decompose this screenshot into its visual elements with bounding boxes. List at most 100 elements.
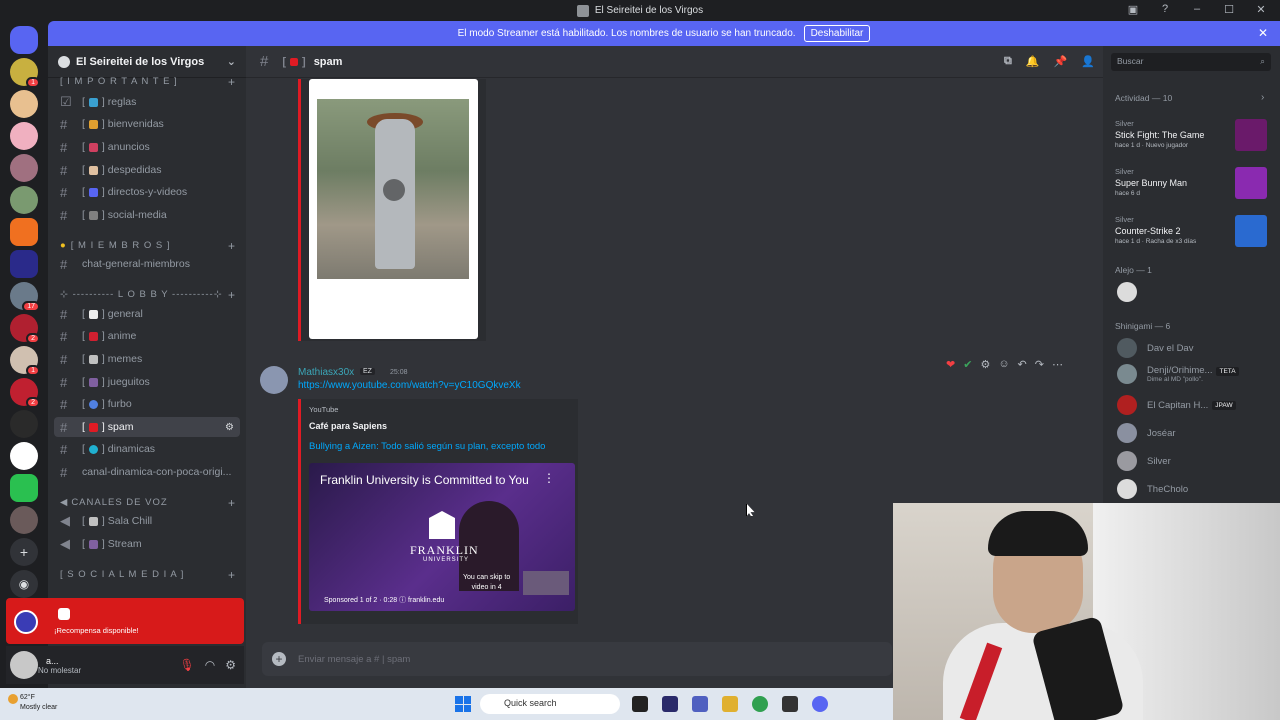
server-icon[interactable]: [10, 442, 38, 470]
channel-jueguitos[interactable]: #[] jueguitos: [54, 372, 240, 392]
folder-icon[interactable]: [722, 696, 738, 712]
help-icon[interactable]: ?: [1158, 3, 1172, 16]
embed-author[interactable]: Café para Sapiens: [309, 421, 387, 431]
chevron-right-icon[interactable]: ›: [1261, 92, 1264, 103]
server-icon[interactable]: [10, 506, 38, 534]
category-miembros[interactable]: ●[ M I E M B R O S ] +: [60, 239, 235, 253]
maximize-icon[interactable]: ☐: [1222, 3, 1236, 16]
video-player[interactable]: Franklin University is Committed to You …: [309, 463, 575, 611]
play-icon[interactable]: [383, 179, 405, 201]
channel-anuncios[interactable]: #[] anuncios: [54, 137, 240, 157]
reply-icon[interactable]: ↶: [1018, 358, 1027, 371]
server-icon[interactable]: [10, 250, 38, 278]
channel-canal-dinamica[interactable]: # canal-dinamica-con-poca-origi...: [54, 462, 240, 482]
message-composer[interactable]: + Enviar mensaje a # | spam: [262, 642, 892, 676]
check-reaction-icon[interactable]: ✔: [963, 358, 972, 371]
server-icon[interactable]: 1: [10, 58, 40, 88]
member-item[interactable]: TheCholo: [1117, 479, 1275, 499]
skip-notice[interactable]: You can skip to video in 4: [463, 573, 510, 593]
add-channel-icon[interactable]: +: [228, 288, 236, 302]
disable-streamer-button[interactable]: Deshabilitar: [803, 25, 871, 42]
channel-directos[interactable]: #[] directos-y-videos: [54, 182, 240, 202]
server-icon[interactable]: [10, 154, 38, 182]
activity-item[interactable]: Silver Super Bunny Man hace 6 d: [1115, 167, 1275, 199]
attach-plus-icon[interactable]: +: [272, 652, 286, 666]
avatar[interactable]: [260, 366, 288, 394]
threads-icon[interactable]: ⧉: [1004, 55, 1012, 68]
member-item[interactable]: Joséar: [1117, 423, 1275, 443]
channel-bienvenidas[interactable]: #[] bienvenidas: [54, 114, 240, 134]
member-item[interactable]: Denji/Orihime... TETA Dime al MD "pollo".: [1117, 364, 1275, 384]
activity-item[interactable]: Silver Stick Fight: The Game hace 1 d · …: [1115, 119, 1275, 151]
server-icon[interactable]: 17: [10, 282, 40, 312]
server-icon[interactable]: [10, 218, 38, 246]
chrome-icon[interactable]: [752, 696, 768, 712]
weather-widget[interactable]: 62°F Mostly clear: [20, 693, 57, 713]
bell-icon[interactable]: 🔔: [1026, 55, 1040, 68]
member-item[interactable]: El Capitan H... JPAW: [1117, 395, 1275, 415]
add-channel-icon[interactable]: +: [228, 496, 236, 510]
server-icon[interactable]: 2: [10, 378, 40, 408]
forward-icon[interactable]: ↷: [1035, 358, 1044, 371]
category-lobby[interactable]: ⊹ ---------- L O B B Y ----------⊹ +: [60, 288, 235, 302]
add-channel-icon[interactable]: +: [228, 75, 236, 89]
gear-reaction-icon[interactable]: ⚙: [980, 358, 990, 371]
add-reaction-icon[interactable]: ☺: [998, 358, 1009, 371]
more-icon[interactable]: ⋯: [1052, 358, 1063, 371]
add-server-icon[interactable]: +: [10, 538, 38, 566]
channel-social-media[interactable]: #[] social-media: [54, 205, 240, 225]
teams-icon[interactable]: [692, 696, 708, 712]
server-icon[interactable]: [10, 410, 38, 438]
category-socialmedia[interactable]: [ S O C I A L M E D I A ] +: [60, 568, 235, 582]
close-banner-icon[interactable]: ✕: [1258, 26, 1268, 40]
member-item[interactable]: Dav el Dav: [1117, 338, 1275, 358]
message-link[interactable]: https://www.youtube.com/watch?v=yC10GQkv…: [298, 380, 521, 391]
start-button[interactable]: [455, 696, 471, 712]
server-icon[interactable]: [10, 186, 38, 214]
server-icon[interactable]: 2: [10, 314, 40, 344]
taskbar-search[interactable]: Quick search: [480, 694, 620, 714]
minimize-icon[interactable]: –: [1190, 3, 1204, 16]
members-icon[interactable]: 👤: [1081, 55, 1095, 68]
channel-anime[interactable]: #[] anime: [54, 326, 240, 346]
channel-memes[interactable]: #[] memes: [54, 349, 240, 369]
headphones-icon[interactable]: ◠: [205, 658, 215, 672]
voice-channel-sala-chill[interactable]: ◀[] Sala Chill: [54, 511, 240, 531]
category-canales-de-voz[interactable]: ◀ CANALES DE VOZ +: [60, 496, 235, 510]
message-author[interactable]: Mathiasx30x: [298, 367, 354, 378]
task-view-icon[interactable]: [632, 696, 648, 712]
channel-despedidas[interactable]: #[] despedidas: [54, 160, 240, 180]
avatar[interactable]: [10, 651, 38, 679]
discord-taskbar-icon[interactable]: [812, 696, 828, 712]
embed-title[interactable]: Bullying a Aizen: Todo salió según su pl…: [309, 441, 545, 452]
guild-header[interactable]: El Seireitei de los Virgos ⌄: [48, 46, 246, 78]
gear-icon[interactable]: ⚙: [225, 658, 236, 672]
video-thumbnail[interactable]: [317, 99, 469, 279]
app-icon[interactable]: [782, 696, 798, 712]
channel-chat-general-miembros[interactable]: # chat-general-miembros: [54, 254, 240, 274]
mute-mic-icon[interactable]: 🎙: [180, 658, 195, 672]
reward-notification[interactable]: ¡Recompensa disponible!: [6, 598, 244, 644]
server-icon[interactable]: [10, 474, 38, 502]
voice-channel-stream[interactable]: ◀[] Stream: [54, 534, 240, 554]
member-item[interactable]: Silver: [1117, 451, 1275, 471]
heart-reaction-icon[interactable]: ❤: [946, 358, 955, 371]
pin-icon[interactable]: 📌: [1054, 55, 1068, 68]
premiere-icon[interactable]: [662, 696, 678, 712]
server-icon[interactable]: [10, 90, 38, 118]
discover-icon[interactable]: ◉: [10, 570, 38, 598]
server-icon[interactable]: [10, 122, 38, 150]
add-channel-icon[interactable]: +: [228, 239, 236, 253]
discord-home-icon[interactable]: [10, 26, 38, 54]
close-window-icon[interactable]: ✕: [1254, 3, 1268, 16]
channel-reglas[interactable]: ☑[] reglas: [54, 92, 240, 112]
invite-settings-icons[interactable]: ⚙: [225, 422, 234, 433]
activity-item[interactable]: Silver Counter-Strike 2 hace 1 d · Racha…: [1115, 215, 1275, 247]
channel-dinamicas[interactable]: #[] dinamicas: [54, 439, 240, 459]
search-input[interactable]: Buscar ⌕: [1111, 53, 1271, 71]
channel-furbo[interactable]: #[] furbo: [54, 394, 240, 414]
inbox-icon[interactable]: ▣: [1126, 3, 1140, 16]
member-item[interactable]: [1117, 282, 1275, 302]
server-icon[interactable]: 1: [10, 346, 40, 376]
channel-spam[interactable]: #[] spam ⚙: [54, 417, 240, 437]
